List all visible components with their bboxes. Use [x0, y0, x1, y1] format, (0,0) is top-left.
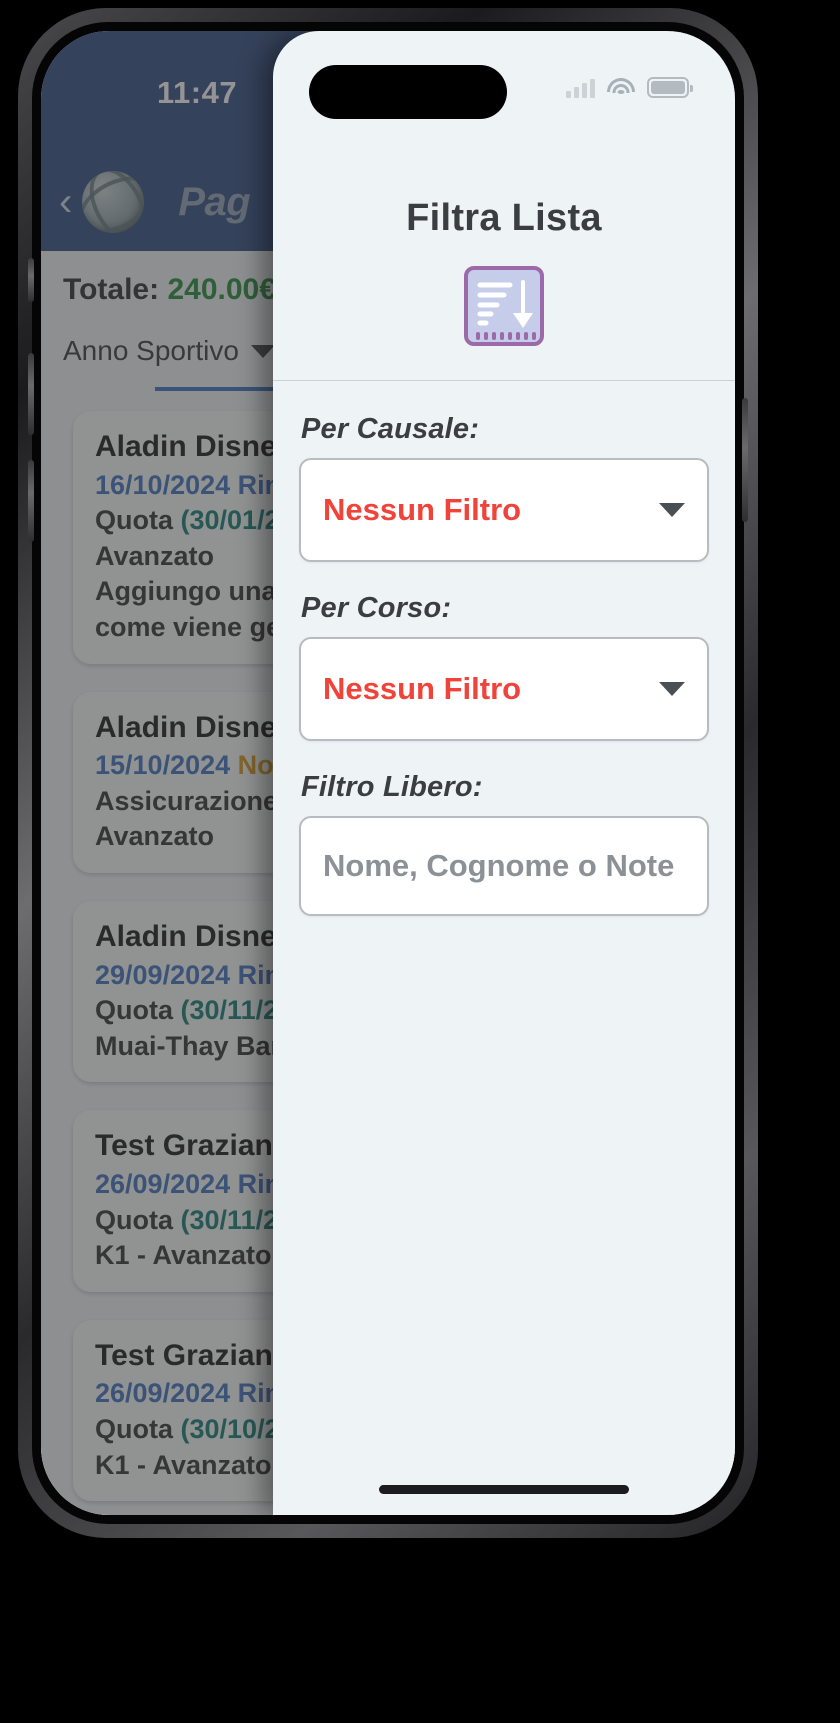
- status-bar-indicators: [566, 77, 693, 98]
- phone-bezel: 11:47 ‹ Pag Totale: 240.00€ Anno Sportiv…: [32, 22, 744, 1524]
- volume-up-button[interactable]: [28, 353, 34, 435]
- filtro-libero-input[interactable]: [299, 816, 709, 916]
- power-button[interactable]: [742, 398, 748, 522]
- sheet-status-bar: [273, 31, 735, 149]
- dynamic-island: [309, 65, 507, 119]
- home-indicator-area: [273, 1463, 735, 1515]
- phone-screen: 11:47 ‹ Pag Totale: 240.00€ Anno Sportiv…: [41, 31, 735, 1515]
- cellular-signal-icon: [566, 78, 595, 98]
- corso-label: Per Corso:: [301, 592, 452, 624]
- causale-selected-value: Nessun Filtro: [323, 492, 522, 527]
- corso-select[interactable]: Nessun Filtro: [299, 637, 709, 741]
- caret-down-icon: [659, 503, 685, 517]
- filter-form: Per Causale: Nessun Filtro Per Corso: Ne…: [273, 381, 735, 1463]
- sheet-icon-wrap: [273, 266, 735, 346]
- home-indicator[interactable]: [379, 1484, 629, 1494]
- silent-switch[interactable]: [28, 258, 34, 302]
- caret-down-icon: [659, 682, 685, 696]
- sheet-title: Filtra Lista: [406, 197, 602, 239]
- battery-icon: [647, 77, 693, 98]
- causale-select[interactable]: Nessun Filtro: [299, 458, 709, 562]
- wifi-icon: [607, 77, 635, 98]
- sheet-header: Filtra Lista: [273, 149, 735, 381]
- volume-down-button[interactable]: [28, 460, 34, 542]
- filter-sort-descending-icon: [464, 266, 544, 346]
- filter-sheet: Filtra Lista Per Causale: Nessun Filtro …: [273, 31, 735, 1515]
- corso-selected-value: Nessun Filtro: [323, 671, 522, 706]
- phone-frame: 11:47 ‹ Pag Totale: 240.00€ Anno Sportiv…: [18, 8, 758, 1538]
- filtro-libero-label: Filtro Libero:: [301, 771, 483, 803]
- causale-label: Per Causale:: [301, 413, 480, 445]
